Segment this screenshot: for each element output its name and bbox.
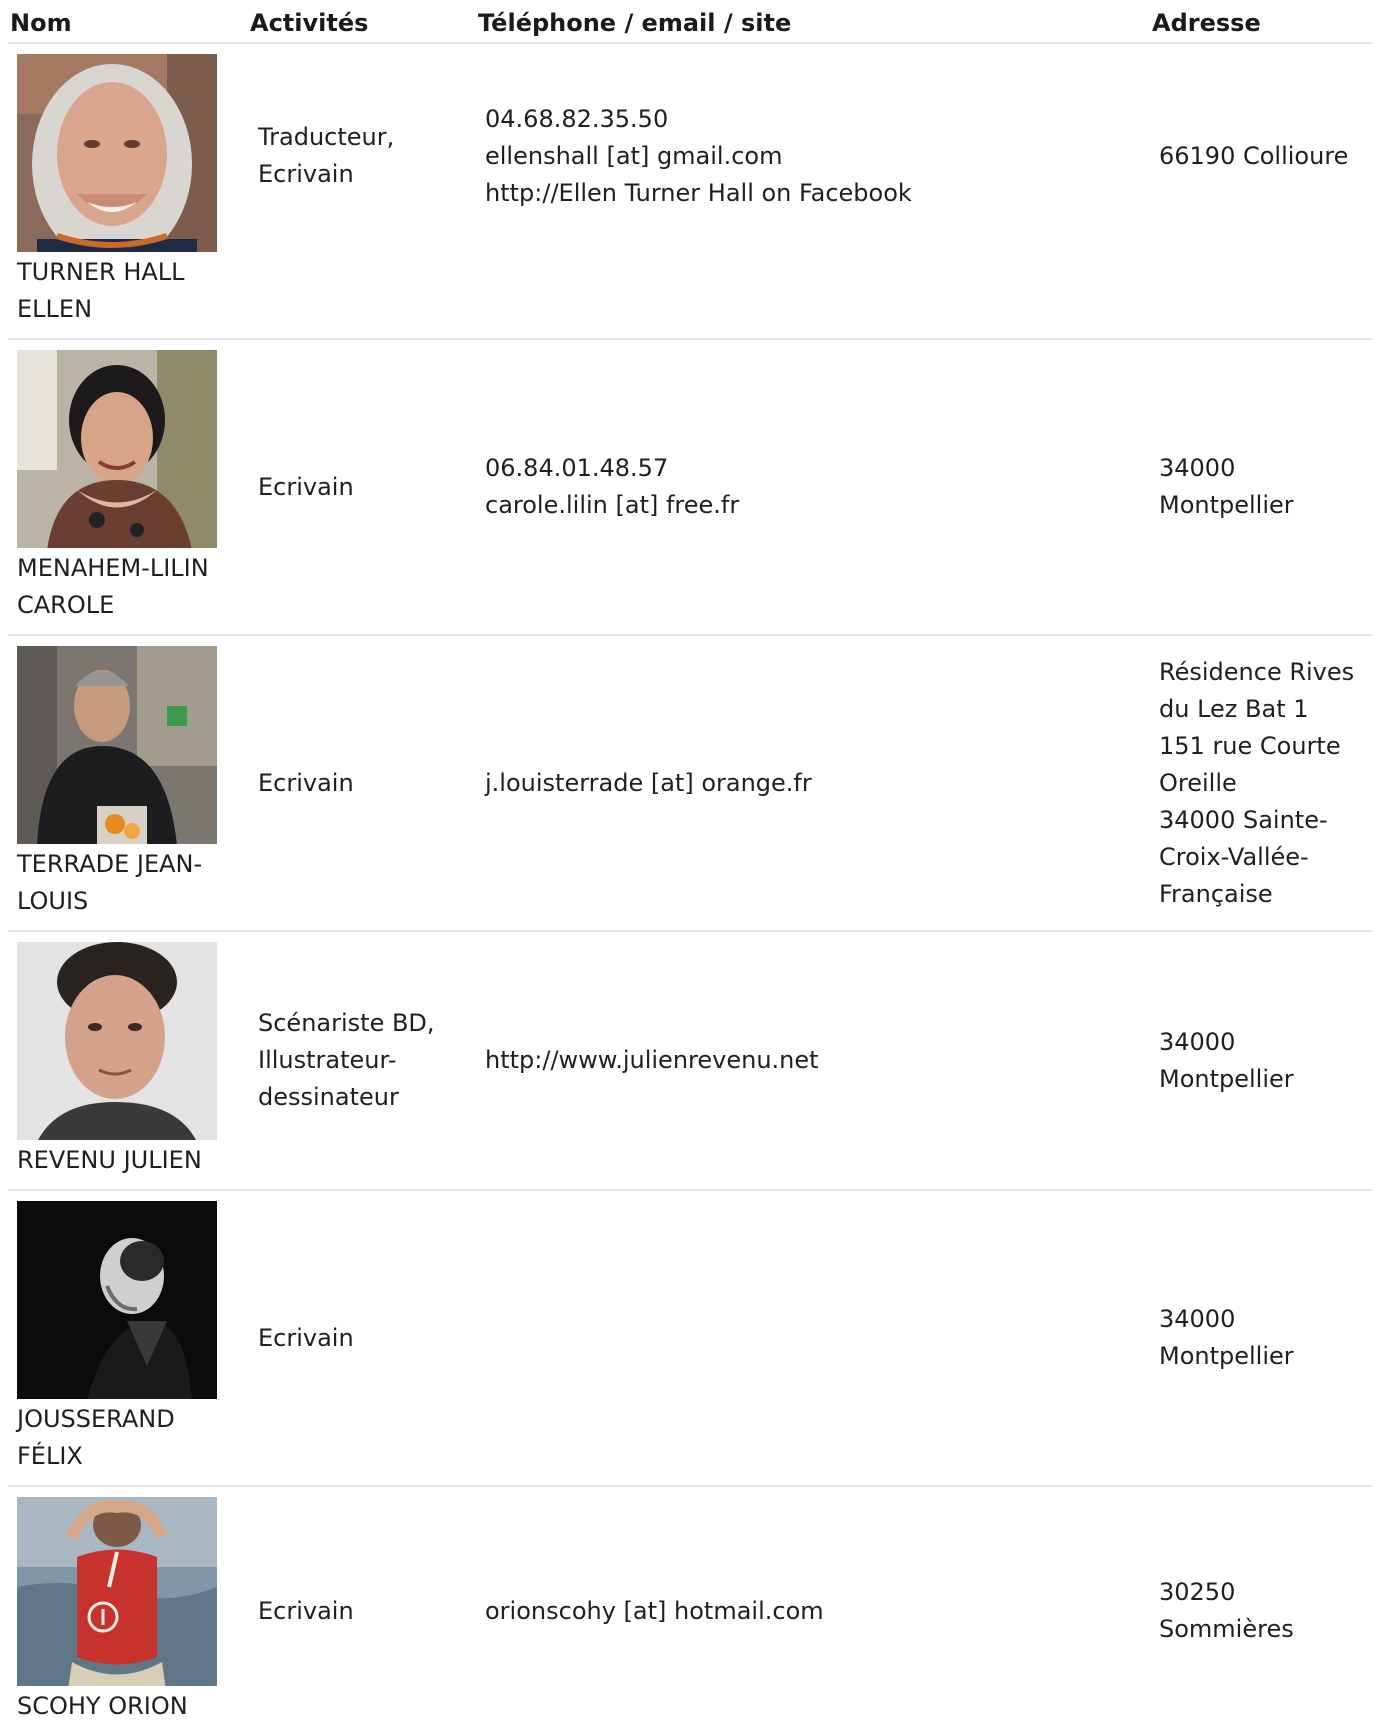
member-name-line: TURNER HALL: [17, 258, 185, 286]
name-cell: MENAHEM-LILIN CAROLE: [8, 340, 248, 634]
name-cell: JOUSSERAND FÉLIX: [8, 1191, 248, 1485]
address-line: Sommières: [1159, 1615, 1294, 1643]
name-cell: TURNER HALL ELLEN: [8, 44, 248, 338]
table-row: TURNER HALL ELLEN Traducteur, Ecrivain 0…: [8, 44, 1372, 340]
member-photo[interactable]: [17, 1201, 217, 1399]
activity-cell: Ecrivain: [248, 1191, 476, 1485]
table-row: TERRADE JEAN- LOUIS Ecrivain j.louisterr…: [8, 636, 1372, 932]
table-row: JOUSSERAND FÉLIX Ecrivain 34000 Montpell…: [8, 1191, 1372, 1487]
header-contact[interactable]: Téléphone / email / site: [478, 0, 1152, 35]
email-link[interactable]: carole.lilin [at] free.fr: [485, 487, 739, 524]
member-photo[interactable]: [17, 350, 217, 548]
activity-cell: Ecrivain: [248, 1487, 476, 1735]
activity-cell: Ecrivain: [248, 340, 476, 634]
address-line: Montpellier: [1159, 1342, 1294, 1370]
website-link[interactable]: http://www.julienrevenu.net: [485, 1042, 819, 1079]
header-activites[interactable]: Activités: [250, 0, 478, 35]
activity-text: Ecrivain: [258, 1323, 354, 1352]
address-line: du Lez Bat 1: [1159, 694, 1309, 723]
header-nom[interactable]: Nom: [10, 0, 250, 35]
address-cell: 34000 Montpellier: [1150, 932, 1368, 1189]
member-name-line: FÉLIX: [17, 1442, 83, 1470]
activity-text: Scénariste BD,: [258, 1009, 435, 1037]
address-line: Montpellier: [1159, 491, 1294, 519]
address-cell: 34000 Montpellier: [1150, 1191, 1368, 1485]
name-cell: SCOHY ORION: [8, 1487, 248, 1735]
address-line: Croix-Vallée-: [1159, 842, 1309, 871]
address-line: 34000: [1159, 1027, 1236, 1056]
member-name-line: ELLEN: [17, 295, 93, 323]
address-line: 34000: [1159, 454, 1236, 482]
phone-number[interactable]: 04.68.82.35.50: [485, 101, 912, 138]
contact-cell: [476, 1191, 1150, 1485]
address-line: Française: [1159, 879, 1273, 908]
member-photo[interactable]: [17, 646, 217, 844]
address-cell: 66190 Collioure: [1150, 44, 1368, 338]
activity-text: Ecrivain: [258, 768, 354, 797]
name-cell: REVENU JULIEN: [8, 932, 248, 1189]
member-name-line: MENAHEM-LILIN: [17, 554, 209, 582]
member-name-line: REVENU JULIEN: [17, 1146, 202, 1174]
member-photo[interactable]: [17, 1497, 217, 1686]
contact-cell: 04.68.82.35.50 ellenshall [at] gmail.com…: [476, 44, 1150, 338]
member-name-line: LOUIS: [17, 887, 89, 915]
header-adresse[interactable]: Adresse: [1152, 0, 1370, 35]
table-row: REVENU JULIEN Scénariste BD, Illustrateu…: [8, 932, 1372, 1191]
table-row: SCOHY ORION Ecrivain orionscohy [at] hot…: [8, 1487, 1372, 1735]
email-link[interactable]: ellenshall [at] gmail.com: [485, 138, 912, 175]
address-cell: 34000 Montpellier: [1150, 340, 1368, 634]
address-line: 34000: [1159, 1305, 1236, 1333]
address-line: 151 rue Courte: [1159, 731, 1341, 760]
activity-cell: Ecrivain: [248, 636, 476, 930]
website-link[interactable]: http://Ellen Turner Hall on Facebook: [485, 175, 912, 212]
member-photo[interactable]: [17, 54, 217, 252]
activity-text: Traducteur,: [258, 123, 395, 151]
contact-cell: orionscohy [at] hotmail.com: [476, 1487, 1150, 1735]
member-photo[interactable]: [17, 942, 217, 1140]
member-name-line: JOUSSERAND: [17, 1405, 175, 1433]
address-line: 34000 Sainte-: [1159, 805, 1328, 834]
contact-cell: 06.84.01.48.57 carole.lilin [at] free.fr: [476, 340, 1150, 634]
contact-cell: j.louisterrade [at] orange.fr: [476, 636, 1150, 930]
member-name-line: TERRADE JEAN-: [17, 850, 203, 878]
address-line: Oreille: [1159, 768, 1237, 797]
member-name-line: SCOHY ORION: [17, 1692, 188, 1720]
email-link[interactable]: orionscohy [at] hotmail.com: [485, 1593, 824, 1630]
contact-cell: http://www.julienrevenu.net: [476, 932, 1150, 1189]
address-line: Montpellier: [1159, 1064, 1294, 1093]
address-line: 30250: [1159, 1578, 1236, 1606]
activity-text: dessinateur: [258, 1083, 399, 1111]
member-name-line: CAROLE: [17, 591, 115, 619]
activity-text: Ecrivain: [258, 160, 354, 188]
address-cell: 30250 Sommières: [1150, 1487, 1368, 1735]
email-link[interactable]: j.louisterrade [at] orange.fr: [485, 765, 812, 802]
address-line: Résidence Rives: [1159, 657, 1355, 686]
members-table: Nom Activités Téléphone / email / site A…: [0, 0, 1380, 1735]
activity-text: Illustrateur-: [258, 1046, 397, 1074]
activity-cell: Scénariste BD, Illustrateur- dessinateur: [248, 932, 476, 1189]
table-row: MENAHEM-LILIN CAROLE Ecrivain 06.84.01.4…: [8, 340, 1372, 636]
name-cell: TERRADE JEAN- LOUIS: [8, 636, 248, 930]
activity-text: Ecrivain: [258, 472, 354, 501]
address-cell: Résidence Rives du Lez Bat 1 151 rue Cou…: [1150, 636, 1368, 930]
table-header: Nom Activités Téléphone / email / site A…: [8, 0, 1372, 44]
address-line: 66190 Collioure: [1159, 141, 1349, 170]
activity-text: Ecrivain: [258, 1596, 354, 1625]
phone-number[interactable]: 06.84.01.48.57: [485, 450, 739, 487]
activity-cell: Traducteur, Ecrivain: [248, 44, 476, 338]
